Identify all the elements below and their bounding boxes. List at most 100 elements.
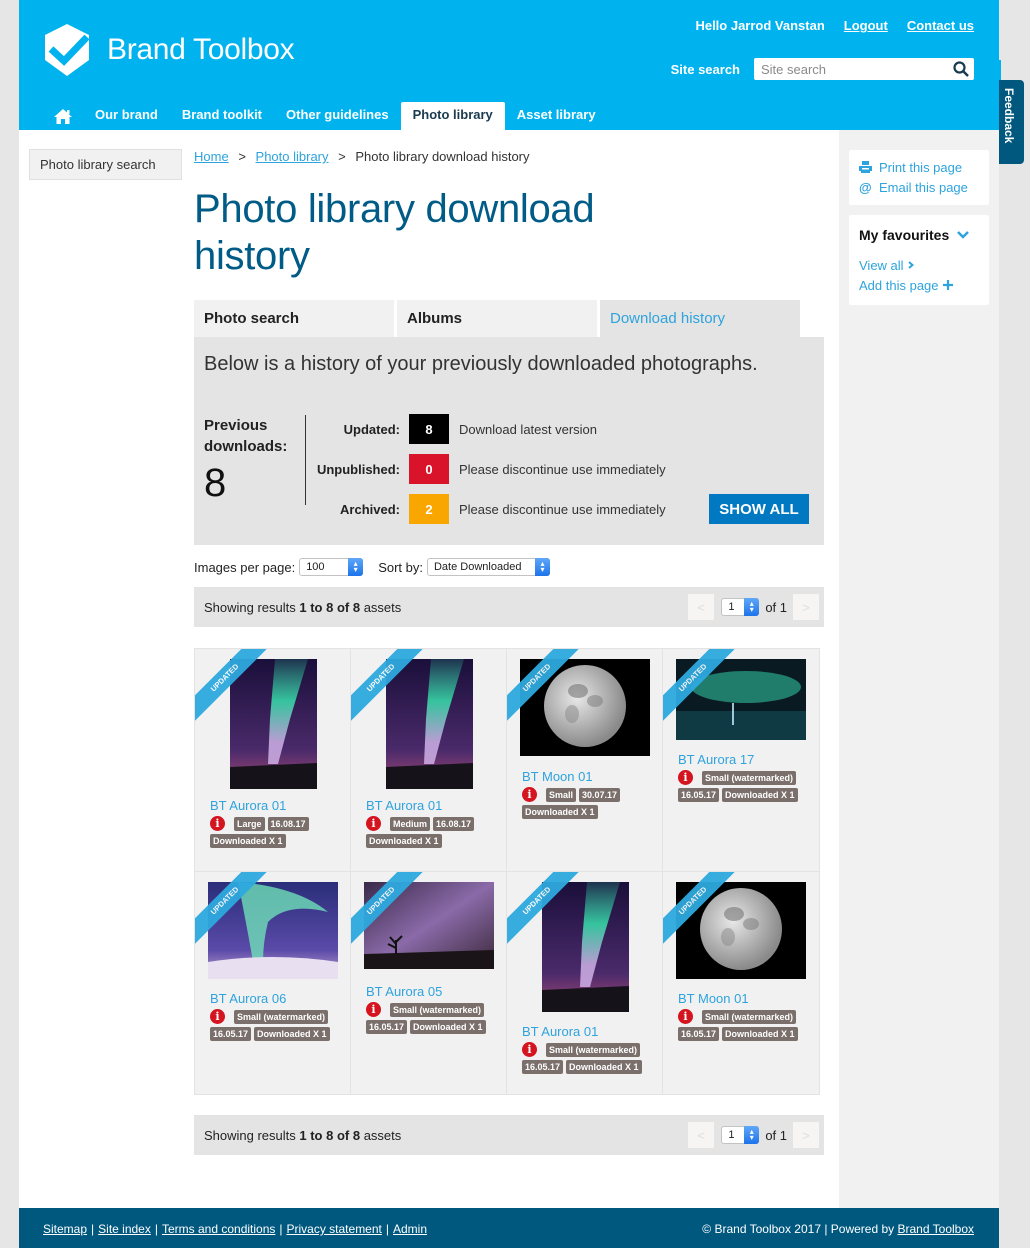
add-page-link[interactable]: Add this page: [859, 275, 989, 295]
footer-link-sitemap[interactable]: Sitemap: [43, 1222, 87, 1236]
status-count-badge[interactable]: 0: [409, 454, 449, 484]
info-icon[interactable]: i: [678, 770, 693, 785]
select-arrows-icon: ▴ ▾: [534, 558, 550, 576]
page-select[interactable]: 1 ▴ ▾: [721, 598, 760, 616]
breadcrumb-home[interactable]: Home: [194, 149, 229, 164]
tab-albums[interactable]: Albums: [397, 300, 597, 337]
favourites-title: My favourites: [859, 227, 950, 243]
search-input[interactable]: [754, 58, 944, 80]
status-description: Download latest version: [459, 421, 598, 437]
sort-select[interactable]: Date Downloaded ▴ ▾: [426, 558, 550, 576]
logo[interactable]: Brand Toolbox: [43, 22, 295, 78]
asset-title-link[interactable]: BT Aurora 01: [522, 1024, 652, 1039]
status-count-badge[interactable]: 8: [409, 414, 449, 444]
asset-info: BT Moon 01 i Small 30.07.17 Downloaded X 1: [522, 769, 652, 819]
asset-tag: Downloaded X 1: [522, 805, 598, 819]
page-select[interactable]: 1 ▴ ▾: [721, 1126, 760, 1144]
logo-text: Brand Toolbox: [107, 33, 295, 66]
nav-asset-library[interactable]: Asset library: [505, 102, 608, 130]
asset-tag: 16.05.17: [678, 1027, 720, 1041]
info-icon[interactable]: i: [678, 1009, 693, 1024]
info-icon[interactable]: i: [210, 816, 225, 831]
nav-brand-toolkit[interactable]: Brand toolkit: [170, 102, 274, 130]
asset-info: BT Aurora 01 i Medium 16.08.17 Downloaded X …: [366, 798, 496, 848]
summary-intro: Below is a history of your previously do…: [204, 353, 758, 375]
asset-tag: Downloaded X 1: [722, 788, 798, 802]
site-footer: Sitemap | Site index | Terms and conditions |…: [19, 1208, 999, 1248]
print-link[interactable]: Print this page: [859, 157, 989, 177]
nav-other-guidelines[interactable]: Other guidelines: [274, 102, 401, 130]
breadcrumb-photo-library[interactable]: Photo library: [256, 149, 329, 164]
select-arrows-icon: ▴ ▾: [348, 558, 364, 576]
info-icon[interactable]: i: [366, 816, 381, 831]
site-header: Brand Toolbox Hello Jarrod Vanstan Logou…: [19, 0, 999, 130]
feedback-tab[interactable]: Feedback: [999, 80, 1024, 164]
footer-separator: |: [385, 1222, 389, 1236]
email-label: Email this page: [879, 179, 968, 195]
asset-thumbnail[interactable]: [541, 882, 629, 1012]
tab-photo-search[interactable]: Photo search: [194, 300, 394, 337]
pager: < 1 ▴ ▾ of 1 >: [688, 1122, 819, 1148]
logout-link[interactable]: Logout: [844, 18, 888, 33]
asset-tags: i Small (watermarked) 16.05.17 Downloaded X…: [678, 770, 808, 802]
page-tools: Print this page @ Email this page: [849, 150, 989, 205]
nav-photo-library[interactable]: Photo library: [400, 102, 505, 130]
tab-download-history[interactable]: Download history: [600, 300, 800, 337]
status-description: Please discontinue use immediately: [459, 501, 666, 517]
powered-by-link[interactable]: Brand Toolbox: [898, 1222, 975, 1236]
asset-thumbnail[interactable]: [229, 659, 317, 789]
asset-tags: i Small (watermarked) 16.05.17 Downloaded X…: [210, 1009, 340, 1041]
info-icon[interactable]: i: [522, 787, 537, 802]
feedback-label: Feedback: [1002, 88, 1016, 144]
search-icon[interactable]: [953, 61, 969, 77]
per-page-select[interactable]: 100 ▴ ▾: [299, 558, 364, 576]
asset-title-link[interactable]: BT Aurora 01: [210, 798, 340, 813]
favourites-toggle[interactable]: My favourites: [859, 227, 989, 243]
asset-card: UPDATED BT Moon 01 i Small (watermarked) 16.…: [663, 872, 819, 1095]
right-sidebar: Print this page @ Email this page My fav…: [839, 130, 999, 1208]
next-page-button[interactable]: >: [793, 1122, 819, 1148]
asset-title-link[interactable]: BT Aurora 05: [366, 984, 496, 999]
asset-tags: i Medium 16.08.17 Downloaded X 1: [366, 816, 496, 848]
asset-title-link[interactable]: BT Aurora 06: [210, 991, 340, 1006]
info-icon[interactable]: i: [522, 1042, 537, 1057]
asset-title-link[interactable]: BT Aurora 01: [366, 798, 496, 813]
show-all-button[interactable]: SHOW ALL: [709, 494, 809, 524]
info-icon[interactable]: i: [210, 1009, 225, 1024]
prev-page-button[interactable]: <: [688, 594, 715, 620]
status-count-badge[interactable]: 2: [409, 494, 449, 524]
previous-downloads-count: 8: [204, 461, 227, 505]
asset-title-link[interactable]: BT Moon 01: [678, 991, 808, 1006]
asset-tag: Downloaded X 1: [210, 834, 286, 848]
asset-title-link[interactable]: BT Moon 01: [522, 769, 652, 784]
nav-home[interactable]: [43, 102, 83, 130]
tabs: Photo search Albums Download history: [194, 300, 800, 337]
sidebar-item-photo-library-search[interactable]: Photo library search: [29, 149, 182, 180]
asset-info: BT Aurora 06 i Small (watermarked) 16.05.17…: [210, 991, 340, 1041]
asset-tag: 16.05.17: [522, 1060, 564, 1074]
contact-link[interactable]: Contact us: [907, 18, 974, 33]
email-link[interactable]: @ Email this page: [859, 177, 989, 197]
footer-link-terms-and-conditions[interactable]: Terms and conditions: [162, 1222, 275, 1236]
status-row-unpublished: Unpublished: 0 Please discontinue use imme…: [314, 454, 666, 484]
results-summary: Showing results 1 to 8 of 8 assets: [204, 1128, 402, 1143]
next-page-button[interactable]: >: [793, 594, 819, 620]
asset-card: UPDATED BT Moon 01 i Small 30.07.17 Downloade…: [507, 649, 663, 872]
footer-link-privacy-statement[interactable]: Privacy statement: [287, 1222, 382, 1236]
footer-link-site-index[interactable]: Site index: [98, 1222, 151, 1236]
view-all-link[interactable]: View all: [859, 255, 989, 275]
asset-thumbnail[interactable]: [385, 659, 473, 789]
download-summary: Below is a history of your previously do…: [194, 337, 824, 545]
add-page-label: Add this page: [859, 277, 939, 293]
sort-value: Date Downloaded: [433, 561, 522, 573]
asset-tags: i Large 16.08.17 Downloaded X 1: [210, 816, 340, 848]
results-bar-bottom: Showing results 1 to 8 of 8 assets < 1 ▴…: [194, 1115, 824, 1155]
footer-link-admin[interactable]: Admin: [393, 1222, 427, 1236]
asset-title-link[interactable]: BT Aurora 17: [678, 752, 808, 767]
asset-info: BT Aurora 05 i Small (watermarked) 16.05.17…: [366, 984, 496, 1034]
asset-tag: Downloaded X 1: [254, 1027, 330, 1041]
prev-page-button[interactable]: <: [688, 1122, 715, 1148]
nav-our-brand[interactable]: Our brand: [83, 102, 170, 130]
info-icon[interactable]: i: [366, 1002, 381, 1017]
divider: [305, 415, 306, 505]
